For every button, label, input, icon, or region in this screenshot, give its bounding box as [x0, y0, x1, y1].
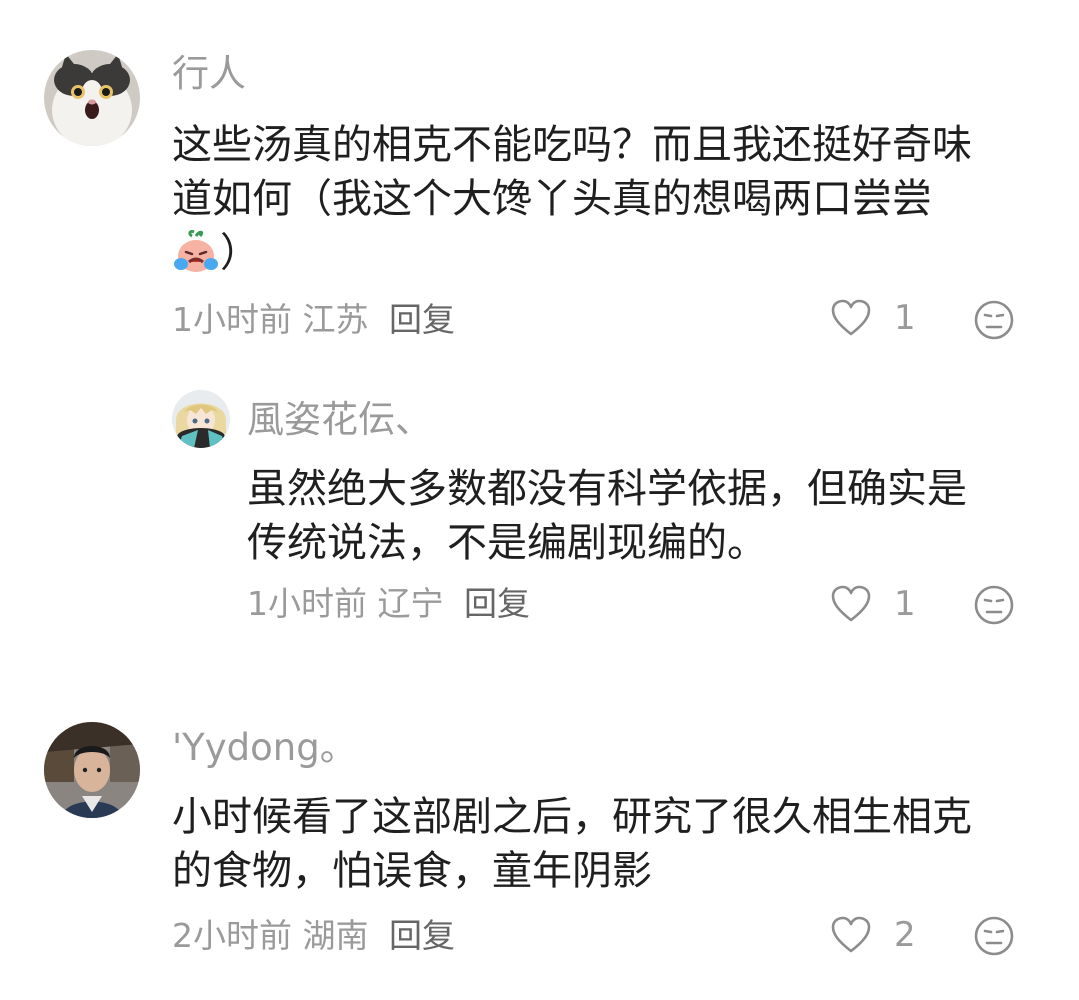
like-button[interactable]: 2 [830, 915, 916, 955]
username[interactable]: 'Yydong。 [172, 726, 357, 770]
comment-text: 虽然绝大多数都没有科学依据，但确实是 传统说法，不是编剧现编的。 [247, 462, 1047, 570]
meh-face-icon [974, 916, 1014, 956]
comment-text-line: ） [172, 226, 1052, 280]
heart-icon [831, 916, 871, 953]
comment-text: 小时候看了这部剧之后，研究了很久相生相克 的食物，怕误食，童年阴影 [172, 790, 1052, 898]
comment-time: 1小时前 [172, 300, 292, 339]
reply-button[interactable]: 回复 [389, 916, 455, 955]
comment-location: 辽宁 [377, 584, 444, 623]
like-count: 1 [894, 584, 916, 624]
heart-icon [831, 299, 871, 336]
anime-avatar-icon [172, 390, 230, 448]
dislike-button[interactable] [973, 915, 1015, 961]
comment-meta: 2小时前 湖南 回复 [172, 916, 455, 956]
comment-text-line: 传统说法，不是编剧现编的。 [247, 520, 767, 566]
comment-time: 1小时前 [247, 584, 367, 623]
like-count: 2 [894, 915, 916, 955]
like-count: 1 [894, 298, 916, 338]
comment-location: 江苏 [302, 300, 369, 339]
like-button[interactable]: 1 [830, 584, 916, 624]
dislike-button[interactable] [973, 584, 1015, 630]
comment-text-line: 虽然绝大多数都没有科学依据，但确实是 [247, 466, 967, 512]
avatar[interactable] [44, 722, 140, 818]
reply-button[interactable]: 回复 [389, 300, 455, 339]
comment-time: 2小时前 [172, 916, 292, 955]
comment-meta: 1小时前 辽宁 回复 [247, 584, 530, 624]
reply-button[interactable]: 回复 [464, 584, 530, 623]
comment-text-suffix: ） [220, 230, 260, 276]
comment-text: 这些汤真的相克不能吃吗？而且我还挺好奇味 道如何（我这个大馋丫头真的想喝两口尝尝… [172, 118, 1052, 280]
cat-avatar-icon [44, 50, 140, 146]
like-button[interactable]: 1 [830, 298, 916, 338]
avatar[interactable] [172, 390, 230, 448]
comment-location: 湖南 [302, 916, 369, 955]
comment-text-line: 小时候看了这部剧之后，研究了很久相生相克 [172, 794, 972, 840]
comment-text-line: 的食物，怕误食，童年阴影 [172, 848, 652, 894]
username[interactable]: 風姿花伝、 [247, 398, 432, 442]
heart-icon [831, 585, 871, 622]
avatar[interactable] [44, 50, 140, 146]
comment-text-line: 这些汤真的相克不能吃吗？而且我还挺好奇味 [172, 122, 972, 168]
dislike-button[interactable] [973, 299, 1015, 345]
crying-face-emoji-icon [172, 228, 220, 276]
person-avatar-icon [44, 722, 140, 818]
meh-face-icon [974, 585, 1014, 625]
comment-text-line: 道如何（我这个大馋丫头真的想喝两口尝尝 [172, 176, 932, 222]
username[interactable]: 行人 [172, 52, 246, 96]
comment-meta: 1小时前 江苏 回复 [172, 300, 455, 340]
meh-face-icon [974, 300, 1014, 340]
